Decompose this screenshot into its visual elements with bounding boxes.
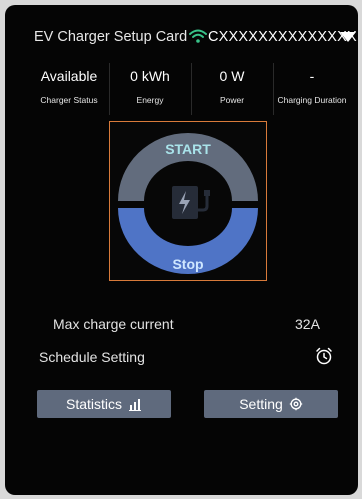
device-id: CXXXXXXXXXXXXXX: [208, 29, 357, 45]
statistics-button[interactable]: Statistics: [37, 390, 171, 418]
stat-label: Charging Duration: [277, 95, 347, 105]
stat-value: -: [309, 68, 315, 84]
bar-chart-icon: [129, 399, 141, 411]
card-title: EV Charger Setup Card: [34, 29, 188, 45]
stat-label: Charger Status: [40, 95, 98, 105]
stat-label: Energy: [136, 95, 164, 105]
charge-control: START Stop: [109, 121, 267, 281]
stat-label: Power: [219, 95, 245, 105]
setting-button-label: Setting: [239, 396, 283, 412]
max-charge-current-label: Max charge current: [53, 316, 174, 332]
stat-power: 0 W Power: [193, 63, 271, 115]
stats-row: Available Charger Status 0 kWh Energy 0 …: [31, 63, 351, 115]
gear-icon: [289, 397, 302, 411]
stop-label: Stop: [172, 256, 204, 272]
stat-value: 0 kWh: [130, 68, 170, 84]
stat-divider: [109, 63, 110, 115]
stat-charger-status: Available Charger Status: [31, 63, 107, 115]
dropdown-triangle-icon[interactable]: [339, 31, 357, 43]
stat-energy: 0 kWh Energy: [111, 63, 189, 115]
ev-charger-card: EV Charger Setup Card CXXXXXXXXXXXXXX Av…: [5, 5, 358, 495]
alarm-clock-icon[interactable]: [315, 347, 333, 365]
schedule-setting-label: Schedule Setting: [39, 349, 145, 365]
max-charge-current-value[interactable]: 32A: [295, 316, 320, 332]
stat-value: Available: [40, 68, 98, 84]
start-label: START: [165, 141, 211, 157]
ev-charger-icon: [172, 186, 210, 219]
setting-button[interactable]: Setting: [204, 390, 338, 418]
stat-value: 0 W: [219, 68, 245, 84]
statistics-button-label: Statistics: [65, 396, 122, 412]
stat-charging-duration: - Charging Duration: [273, 63, 351, 115]
wifi-icon: [189, 29, 207, 43]
stat-divider: [191, 63, 192, 115]
card-header: EV Charger Setup Card CXXXXXXXXXXXXXX: [5, 27, 358, 51]
